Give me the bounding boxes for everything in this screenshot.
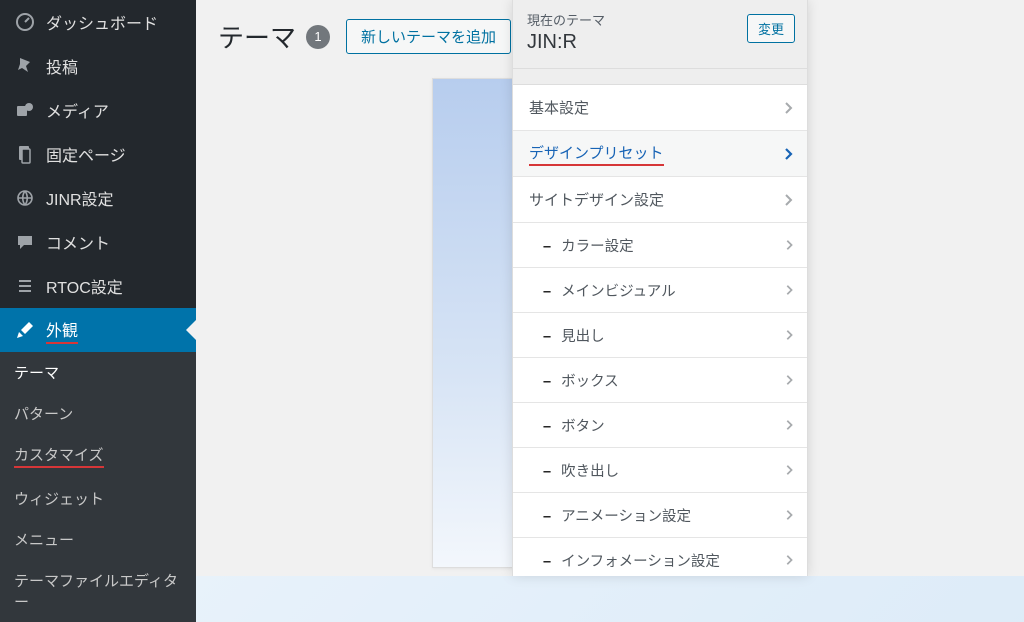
customizer-panel: 現在のテーマ JIN:R 変更 基本設定 デザインプリセット サイトデザイン設定… [512,0,808,576]
submenu-widgets[interactable]: ウィジェット [0,478,196,519]
admin-sidebar: ダッシュボード 投稿 メディア 固定ページ JINR設定 コメント [0,0,196,576]
sidebar-submenu: テーマ パターン カスタマイズ ウィジェット メニュー テーマファイルエディター [0,352,196,622]
sidebar-item-dashboard[interactable]: ダッシュボード [0,0,196,44]
sidebar-item-pages[interactable]: 固定ページ [0,132,196,176]
chevron-right-icon [783,509,795,521]
pin-icon [14,55,36,77]
section-basic[interactable]: 基本設定 [513,85,807,131]
submenu-themes[interactable]: テーマ [0,352,196,393]
sidebar-item-appearance[interactable]: 外観 [0,308,196,352]
media-icon [14,99,36,121]
dashboard-icon [14,11,36,33]
sidebar-item-label: メディア [46,98,109,122]
sub-heading[interactable]: –見出し [513,313,807,358]
section-label: サイトデザイン設定 [529,189,664,210]
change-theme-button[interactable]: 変更 [747,14,795,43]
sub-box[interactable]: –ボックス [513,358,807,403]
chevron-right-icon [783,284,795,296]
wallpaper-area [808,0,1024,576]
chevron-right-icon [783,239,795,251]
submenu-menus[interactable]: メニュー [0,519,196,560]
brush-icon [14,319,36,341]
globe-icon [14,187,36,209]
chevron-right-icon [783,419,795,431]
sidebar-item-media[interactable]: メディア [0,88,196,132]
submenu-patterns[interactable]: パターン [0,393,196,434]
current-theme-label: 現在のテーマ [527,10,605,29]
chevron-right-icon [781,147,795,161]
sub-animation[interactable]: –アニメーション設定 [513,493,807,538]
section-label: 基本設定 [529,97,589,118]
sub-information[interactable]: –インフォメーション設定 [513,538,807,576]
sub-balloon[interactable]: –吹き出し [513,448,807,493]
section-design-preset[interactable]: デザインプリセット [513,131,807,177]
current-theme-name: JIN:R [527,31,605,54]
sidebar-item-label: 外観 [46,317,78,344]
sidebar-item-label: JINR設定 [46,186,114,210]
section-label: デザインプリセット [529,142,664,166]
sub-button[interactable]: –ボタン [513,403,807,448]
submenu-editor[interactable]: テーマファイルエディター [0,560,196,622]
chevron-right-icon [781,101,795,115]
sidebar-item-rtoc[interactable]: RTOC設定 [0,264,196,308]
sidebar-item-label: RTOC設定 [46,274,123,298]
sidebar-item-label: 固定ページ [46,142,126,166]
chevron-right-icon [783,464,795,476]
sub-color[interactable]: –カラー設定 [513,223,807,268]
submenu-customize[interactable]: カスタマイズ [0,434,196,478]
panel-list: 基本設定 デザインプリセット サイトデザイン設定 –カラー設定 –メインビジュア… [513,85,807,576]
page-icon [14,143,36,165]
add-theme-button[interactable]: 新しいテーマを追加 [346,19,511,54]
chevron-right-icon [783,374,795,386]
chevron-right-icon [781,193,795,207]
page-title: テーマ [218,18,296,55]
sidebar-item-label: コメント [46,230,110,254]
section-site-design[interactable]: サイトデザイン設定 [513,177,807,223]
sidebar-item-jinr[interactable]: JINR設定 [0,176,196,220]
chevron-right-icon [783,329,795,341]
list-icon [14,275,36,297]
sidebar-item-posts[interactable]: 投稿 [0,44,196,88]
comment-icon [14,231,36,253]
panel-header: 現在のテーマ JIN:R 変更 [513,0,807,69]
sidebar-item-comments[interactable]: コメント [0,220,196,264]
sidebar-item-label: 投稿 [46,54,78,78]
panel-spacer [513,69,807,85]
sub-mainvisual[interactable]: –メインビジュアル [513,268,807,313]
chevron-right-icon [783,554,795,566]
sidebar-item-label: ダッシュボード [46,10,158,34]
theme-count-badge: 1 [306,25,330,49]
